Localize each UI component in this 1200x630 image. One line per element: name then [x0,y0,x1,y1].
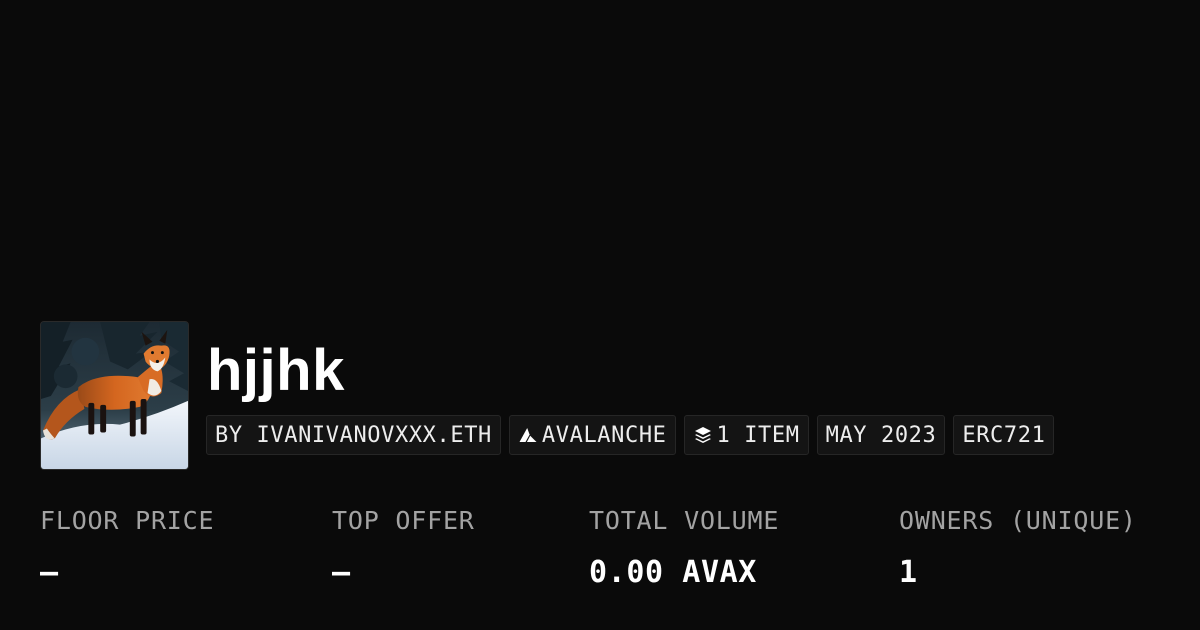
standard-tag: ERC721 [953,415,1055,455]
standard-tag-label: ERC721 [962,422,1046,448]
total-volume-stat: TOTAL VOLUME 0.00 AVAX [589,503,779,591]
top-offer-stat: TOP OFFER – [332,503,475,591]
collection-title: hjjhk [207,338,345,403]
floor-price-value: – [40,555,59,590]
owners-value: 1 [899,555,918,590]
floor-price-label: FLOOR PRICE [40,506,215,535]
creator-tag[interactable]: BY IVANIVANOVXXX.ETH [206,415,501,455]
creator-tag-label: BY IVANIVANOVXXX.ETH [215,422,492,448]
owners-stat: OWNERS (UNIQUE) 1 [899,503,1137,591]
floor-price-stat: FLOOR PRICE – [40,503,214,591]
top-offer-value: – [332,555,351,590]
collection-card: hjjhk BY IVANIVANOVXXX.ETH AVALANCHE 1 I… [0,0,1200,630]
collection-avatar [40,321,189,470]
top-offer-label: TOP OFFER [332,506,475,535]
total-volume-value: 0.00 AVAX [589,555,757,590]
collection-tags: BY IVANIVANOVXXX.ETH AVALANCHE 1 ITEM MA… [206,415,1055,455]
owners-label: OWNERS (UNIQUE) [899,506,1137,535]
chain-tag: AVALANCHE [508,415,676,455]
total-volume-label: TOTAL VOLUME [589,506,780,535]
chain-tag-label: AVALANCHE [541,422,667,448]
fox-image [41,322,188,469]
items-tag: 1 ITEM [683,415,809,455]
date-tag: MAY 2023 [816,415,946,455]
avalanche-logo-icon [518,425,538,445]
date-tag-label: MAY 2023 [825,422,937,448]
stack-layers-icon [693,425,713,445]
items-tag-label: 1 ITEM [716,422,800,448]
